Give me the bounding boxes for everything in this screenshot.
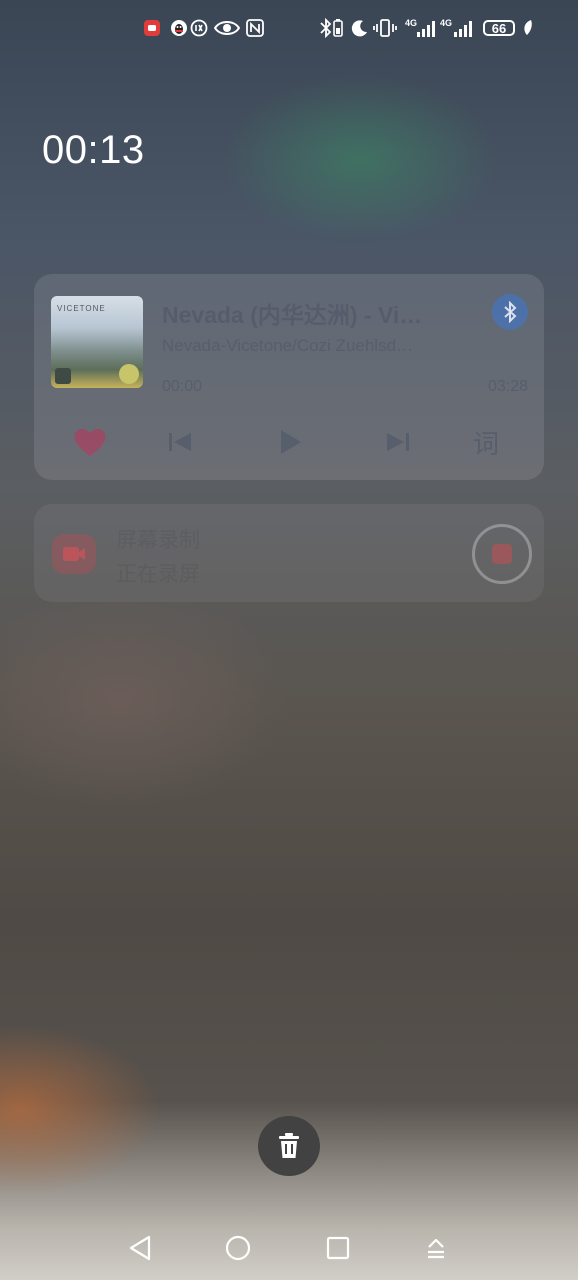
network-type-label: 4G [440,18,453,28]
battery-saver-icon [332,18,344,38]
status-bar: 4G 4G 66 [0,14,578,44]
stop-icon [492,544,512,564]
nav-recents-button[interactable] [318,1228,358,1268]
song-title: Nevada (内华达洲) - Vi… [162,302,423,328]
app-badge-icon [119,364,139,384]
battery-indicator: 66 [481,18,517,38]
battery-level: 66 [491,20,507,36]
nfc-icon [245,18,265,38]
artist-avatar [55,368,71,384]
nav-home-button[interactable] [218,1228,258,1268]
lock-screen-clock: 00:13 [42,128,145,172]
screen-record-card[interactable]: 屏幕录制 正在录屏 [34,504,544,602]
previous-icon [169,433,191,451]
app-badge-icon [190,18,208,38]
music-player-card[interactable]: VICETONE Nevada (内华达洲) - Vi… Nevada-Vice… [34,274,544,480]
album-art[interactable]: VICETONE [51,296,143,388]
screen-record-indicator-icon [143,18,161,38]
nav-back-button[interactable] [120,1228,160,1268]
bluetooth-output-button[interactable] [492,294,528,330]
qq-icon [170,18,188,38]
charging-leaf-icon [521,18,535,38]
record-status: 正在录屏 [116,563,200,586]
screen-record-icon [52,534,96,574]
nav-menu-button[interactable] [416,1228,456,1268]
lyrics-button[interactable]: 词 [466,422,506,462]
upload-menu-icon [428,1238,444,1259]
favorite-button[interactable] [70,422,110,462]
record-title: 屏幕录制 [116,529,200,552]
elapsed-time: 00:00 [162,378,203,395]
total-duration: 03:28 [487,378,528,395]
clear-notifications-button[interactable] [258,1116,320,1176]
next-track-button[interactable] [378,422,418,462]
next-icon [387,433,409,451]
network-type-label: 4G [405,18,418,28]
stop-recording-button[interactable] [472,524,532,584]
signal-4g-left: 4G [405,18,437,38]
eye-icon [214,18,240,38]
home-circle-icon [225,1235,251,1261]
moon-icon [350,18,370,38]
back-triangle-icon [129,1235,151,1261]
signal-4g-right: 4G [440,18,476,38]
bluetooth-icon [504,301,517,323]
song-artist: Nevada-Vicetone/Cozi Zuehlsd… [162,336,414,355]
trash-icon [279,1133,299,1158]
album-label: VICETONE [57,304,106,313]
play-icon [281,430,301,454]
vibrate-icon [373,18,397,38]
battery-icon: 66 [483,20,515,36]
play-button[interactable] [270,422,310,462]
recents-square-icon [326,1236,350,1260]
heart-icon [74,428,106,456]
previous-track-button[interactable] [160,422,200,462]
